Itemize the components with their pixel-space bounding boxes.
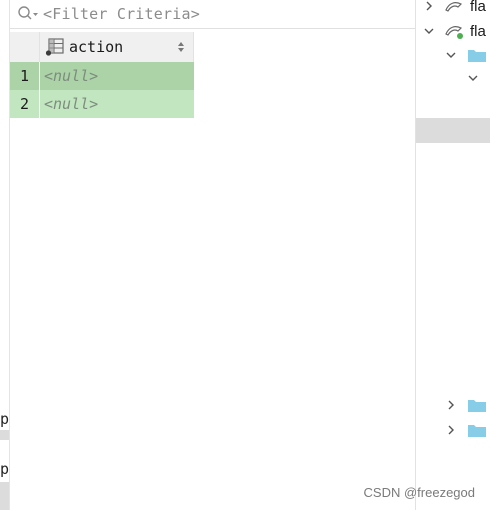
tree-node-label: fla — [470, 0, 486, 15]
chevron-right-icon[interactable] — [424, 1, 434, 11]
row-number[interactable]: 2 — [10, 90, 40, 118]
row-number-header[interactable] — [10, 32, 40, 62]
table-cell-action[interactable]: <null> — [40, 90, 194, 118]
watermark-text: CSDN @freezegod — [363, 485, 475, 500]
left-edge-text-stub-2: p — [0, 458, 9, 480]
filter-input[interactable]: <Filter Criteria> — [43, 5, 200, 23]
tree-node-label: fla — [470, 22, 486, 40]
dolphin-db-connected-icon — [445, 26, 463, 39]
left-edge-text-stub: p — [0, 408, 9, 430]
tree-node-connection-2[interactable]: fla — [424, 20, 486, 42]
grid-header-row: action — [10, 32, 194, 62]
result-grid: action 1 <null> 2 <null> — [10, 32, 194, 118]
column-header-action[interactable]: action — [40, 32, 194, 62]
sort-arrows-icon[interactable] — [177, 41, 185, 53]
tree-node-folder[interactable] — [446, 44, 486, 66]
left-edge-gray-stub — [0, 430, 9, 440]
results-panel: <Filter Criteria> action 1 <null> 2 <nul… — [10, 0, 416, 510]
dolphin-db-icon — [445, 2, 463, 12]
chevron-down-icon[interactable] — [424, 26, 434, 36]
folder-icon — [468, 425, 486, 437]
table-cell-action[interactable]: <null> — [40, 62, 194, 90]
column-header-label: action — [69, 38, 124, 56]
database-tree-panel: fla fla — [416, 0, 490, 510]
tree-node-connection-1[interactable]: fla — [424, 0, 486, 17]
tree-selection-band — [416, 118, 490, 143]
search-filter-icon[interactable] — [17, 5, 39, 23]
chevron-down-icon[interactable] — [468, 73, 478, 83]
table-row[interactable]: 1 <null> — [10, 62, 194, 90]
chevron-down-icon[interactable] — [446, 50, 456, 60]
chevron-right-icon[interactable] — [446, 400, 456, 410]
folder-icon — [468, 50, 486, 62]
row-number[interactable]: 1 — [10, 62, 40, 90]
left-edge-gray-stub-2 — [0, 482, 9, 510]
chevron-right-icon[interactable] — [446, 425, 456, 435]
table-row[interactable]: 2 <null> — [10, 90, 194, 118]
tree-node-subitem[interactable] — [468, 67, 478, 89]
tree-node-folder-collapsed[interactable] — [446, 394, 486, 416]
folder-icon — [468, 400, 486, 412]
tree-node-folder-collapsed[interactable] — [446, 419, 486, 441]
filter-bar[interactable]: <Filter Criteria> — [10, 0, 415, 29]
column-table-icon — [45, 38, 64, 56]
